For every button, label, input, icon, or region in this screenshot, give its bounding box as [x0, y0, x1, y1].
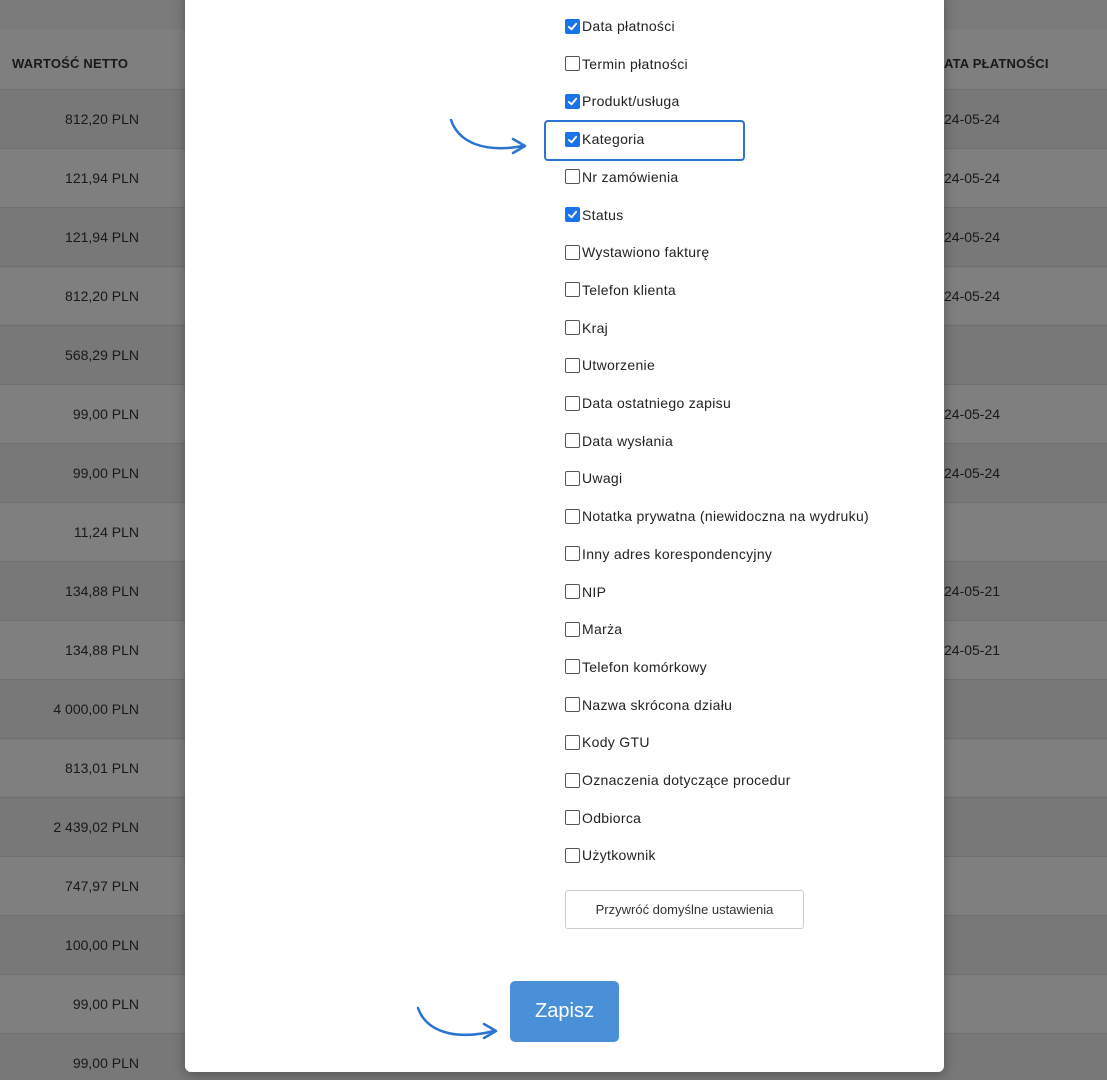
column-option[interactable]: Data wysłania	[565, 430, 673, 452]
column-option[interactable]: Wystawiono fakturę	[565, 241, 709, 263]
checkbox-unchecked-icon[interactable]	[565, 244, 580, 260]
annotation-arrow-icon	[416, 1006, 498, 1040]
checkbox-unchecked-icon[interactable]	[565, 810, 580, 826]
column-option-label: Produkt/usługa	[582, 93, 680, 110]
column-option-label: Status	[582, 206, 624, 223]
annotation-highlight-box	[544, 120, 745, 161]
column-option-label: Kraj	[582, 319, 609, 336]
column-option[interactable]: Użytkownik	[565, 844, 656, 866]
column-option[interactable]: Odbiorca	[565, 807, 641, 829]
column-option-label: Marża	[582, 621, 623, 638]
checkbox-unchecked-icon[interactable]	[565, 357, 580, 373]
column-option[interactable]: Nr zamówienia	[565, 166, 679, 188]
column-option-label: Telefon komórkowy	[582, 658, 707, 675]
column-option-label: Termin płatności	[582, 55, 688, 72]
column-option[interactable]: Status	[565, 204, 624, 226]
column-option-label: Inny adres korespondencyjny	[582, 545, 773, 562]
column-option[interactable]: NIP	[565, 581, 606, 603]
column-option-label: Użytkownik	[582, 847, 656, 864]
checkbox-unchecked-icon[interactable]	[565, 659, 580, 675]
column-option[interactable]: Telefon komórkowy	[565, 656, 707, 678]
checkbox-checked-icon[interactable]	[565, 93, 580, 109]
column-option[interactable]: Kody GTU	[565, 731, 650, 753]
checkbox-unchecked-icon[interactable]	[565, 847, 580, 863]
column-option-label: Data płatności	[582, 18, 675, 34]
column-option[interactable]: Utworzenie	[565, 354, 655, 376]
checkbox-unchecked-icon[interactable]	[565, 56, 580, 72]
column-option-label: Kody GTU	[582, 734, 650, 751]
checkbox-unchecked-icon[interactable]	[565, 546, 580, 562]
column-option[interactable]: Notatka prywatna (niewidoczna na wydruku…	[565, 505, 869, 527]
column-option-label: Uwagi	[582, 470, 623, 487]
column-option-label: Oznaczenia dotyczące procedur	[582, 772, 791, 788]
checkbox-unchecked-icon[interactable]	[565, 621, 580, 637]
column-option[interactable]: Oznaczenia dotyczące procedur	[565, 769, 791, 791]
column-option[interactable]: Nazwa skrócona działu	[565, 694, 732, 716]
column-option[interactable]: Uwagi	[565, 467, 622, 489]
save-button[interactable]: Zapisz	[510, 981, 619, 1042]
column-option[interactable]: Marża	[565, 618, 622, 640]
column-option-label: Wystawiono fakturę	[582, 244, 710, 261]
column-option-label: Nr zamówienia	[582, 168, 679, 185]
checkbox-unchecked-icon[interactable]	[565, 697, 580, 713]
column-option-label: Nazwa skrócona działu	[582, 696, 733, 713]
column-option-label: NIP	[582, 583, 607, 600]
checkbox-unchecked-icon[interactable]	[565, 508, 580, 524]
column-option[interactable]: Termin płatności	[565, 53, 688, 75]
column-option[interactable]: Data ostatniego zapisu	[565, 392, 731, 414]
checkbox-unchecked-icon[interactable]	[565, 433, 580, 449]
column-option-label: Data wysłania	[582, 432, 674, 449]
column-option[interactable]: Kraj	[565, 317, 608, 339]
column-option-label: Odbiorca	[582, 809, 642, 826]
checkbox-checked-icon[interactable]	[565, 207, 580, 222]
checkbox-unchecked-icon[interactable]	[565, 584, 580, 599]
checkbox-unchecked-icon[interactable]	[565, 395, 580, 411]
column-option-label: Data ostatniego zapisu	[582, 395, 732, 411]
column-option-label: Notatka prywatna (niewidoczna na wydruku…	[582, 508, 869, 525]
checkbox-unchecked-icon[interactable]	[565, 169, 580, 185]
checkbox-checked-icon[interactable]	[565, 18, 580, 34]
checkbox-unchecked-icon[interactable]	[565, 282, 580, 298]
restore-defaults-button[interactable]: Przywróć domyślne ustawienia	[565, 890, 804, 929]
annotation-arrow-icon	[449, 118, 527, 155]
column-option[interactable]: Data płatności	[565, 15, 675, 37]
checkbox-unchecked-icon[interactable]	[565, 734, 580, 750]
column-option[interactable]: Telefon klienta	[565, 279, 676, 301]
column-option[interactable]: Inny adres korespondencyjny	[565, 543, 772, 565]
column-option[interactable]: Produkt/usługa	[565, 90, 680, 112]
checkbox-unchecked-icon[interactable]	[565, 470, 580, 486]
column-option-label: Telefon klienta	[582, 281, 677, 298]
checkbox-unchecked-icon[interactable]	[565, 772, 580, 788]
column-option-label: Utworzenie	[582, 357, 656, 374]
checkbox-unchecked-icon[interactable]	[565, 320, 580, 336]
